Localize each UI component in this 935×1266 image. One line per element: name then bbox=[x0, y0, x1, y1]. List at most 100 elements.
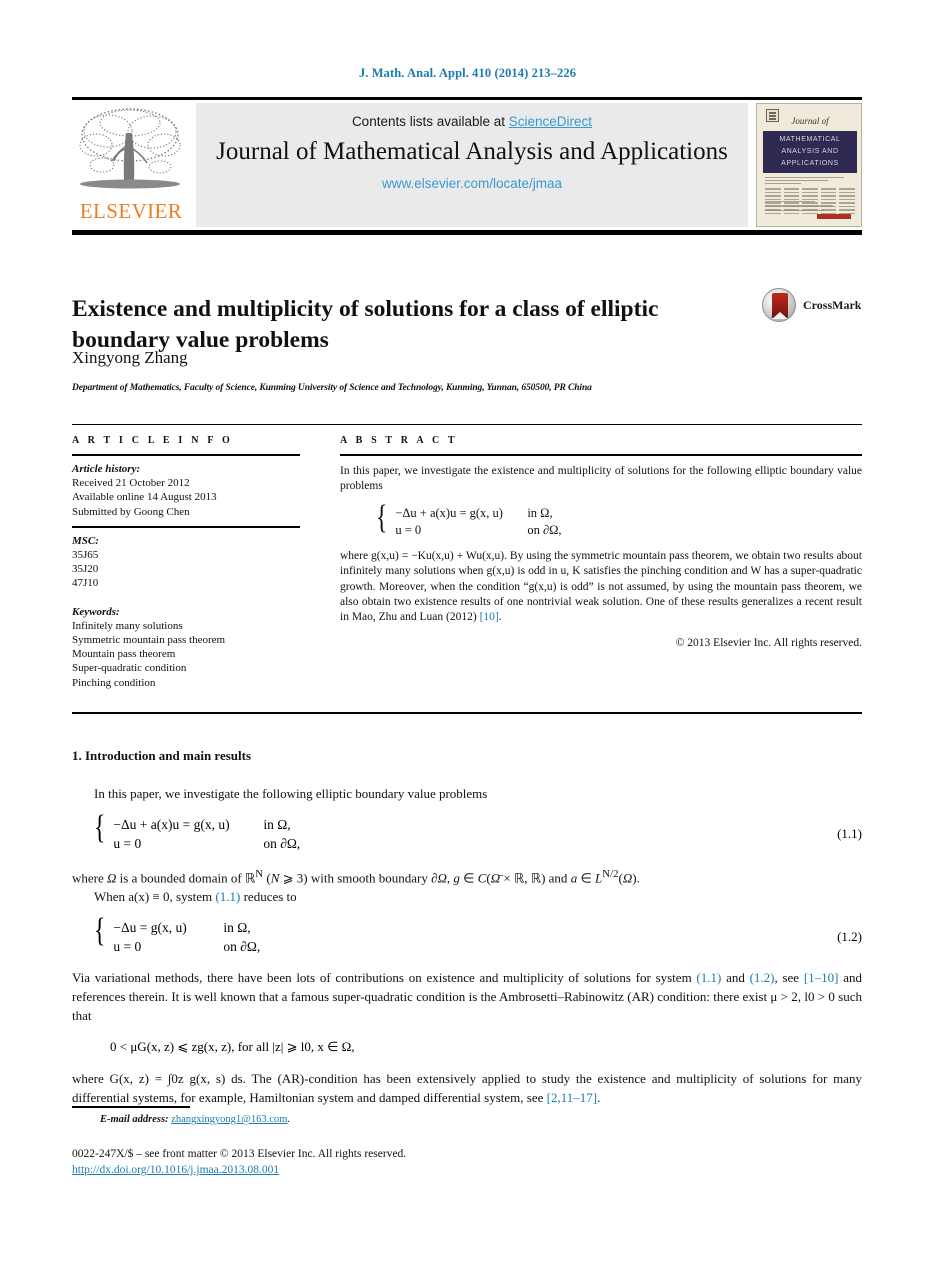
equation-row1-lhs: −Δu + a(x)u = g(x, u) bbox=[395, 505, 503, 520]
abstract-bottom-rule bbox=[72, 712, 862, 714]
equation-row1-condition: in Ω, bbox=[527, 505, 553, 520]
keyword-item: Infinitely many solutions bbox=[72, 619, 183, 632]
elsevier-tree-icon bbox=[76, 105, 186, 197]
abstract-paragraph-2-tail: . bbox=[498, 611, 502, 624]
equation-row2-condition: on ∂Ω, bbox=[527, 522, 562, 537]
body-paragraph-5-a: where G(x, z) = ∫0z g(x, s) ds. The (AR)… bbox=[72, 1071, 862, 1106]
reference-citation-2-11-17[interactable]: [2,11–17] bbox=[547, 1090, 597, 1105]
abstract-paragraph-2: where g(x,u) = −Ku(x,u) + Wu(x,u). By us… bbox=[340, 549, 862, 626]
article-info-column: A R T I C L E I N F O Article history: R… bbox=[72, 435, 300, 690]
body-paragraph-4-a: Via variational methods, there have been… bbox=[72, 970, 697, 986]
author-affiliation: Department of Mathematics, Faculty of Sc… bbox=[72, 383, 592, 393]
cover-footer-lines bbox=[765, 200, 855, 219]
article-info-heading: A R T I C L E I N F O bbox=[72, 435, 233, 446]
abstract-text: In this paper, we investigate the existe… bbox=[340, 456, 862, 651]
equation-1-2-row2-condition: on ∂Ω, bbox=[223, 939, 261, 955]
abstract-paragraph-1: In this paper, we investigate the existe… bbox=[340, 465, 862, 493]
journal-homepage-link[interactable]: www.elsevier.com/locate/jmaa bbox=[196, 176, 748, 191]
equation-1-2-row1-lhs: −Δu = g(x, u) bbox=[113, 920, 187, 936]
msc-code: 35J65 bbox=[72, 549, 99, 562]
imprint-line: 0022-247X/$ – see front matter © 2013 El… bbox=[72, 1148, 407, 1160]
equation-1-1-row2-lhs: u = 0 bbox=[113, 836, 142, 851]
body-paragraph-3: When a(x) ≡ 0, system (1.1) reduces to bbox=[72, 887, 862, 906]
abstract-column: A B S T R A C T In this paper, we invest… bbox=[340, 435, 862, 651]
body-paragraph-3-pre: When a(x) ≡ 0, system bbox=[94, 889, 216, 905]
info-top-rule bbox=[72, 424, 862, 425]
msc-code: 47J10 bbox=[72, 577, 99, 590]
contents-prefix: Contents lists available at bbox=[351, 114, 509, 129]
abstract-reference-citation[interactable]: [10] bbox=[480, 611, 499, 623]
body-paragraph-5-b: . bbox=[597, 1090, 601, 1106]
keyword-item: Mountain pass theorem bbox=[72, 648, 176, 661]
body-paragraph-5: where G(x, z) = ∫0z g(x, s) ds. The (AR)… bbox=[72, 1069, 862, 1107]
history-available-online: Available online 14 August 2013 bbox=[72, 491, 217, 504]
masthead-bottom-rule bbox=[72, 230, 862, 235]
imprint-block: 0022-247X/$ – see front matter © 2013 El… bbox=[72, 1146, 406, 1178]
keyword-item: Pinching condition bbox=[72, 676, 156, 689]
reference-citation-1-10[interactable]: [1–10] bbox=[804, 970, 839, 985]
msc-label: MSC: bbox=[72, 534, 99, 547]
equation-1-1-row1-condition: in Ω, bbox=[263, 817, 291, 832]
footnote-email: E-mail address: zhangxingyong1@163.com. bbox=[100, 1114, 290, 1125]
crossmark-label: CrossMark bbox=[803, 298, 862, 312]
history-label: Article history: bbox=[72, 463, 141, 475]
equation-ar-condition: 0 < μG(x, z) ⩽ zg(x, z), for all |z| ⩾ l… bbox=[110, 1039, 355, 1055]
history-submitted-by: Submitted by Goong Chen bbox=[72, 505, 190, 518]
equation-1-2-row1-condition: in Ω, bbox=[223, 920, 251, 936]
body-paragraph-4: Via variational methods, there have been… bbox=[72, 968, 862, 1025]
equation-reference-1-1b[interactable]: (1.1) bbox=[696, 970, 721, 985]
body-paragraph-4-c: , see bbox=[774, 970, 804, 986]
equation-1-1-row1-lhs: −Δu + a(x)u = g(x, u) bbox=[113, 817, 230, 832]
journal-title: Journal of Mathematical Analysis and App… bbox=[216, 138, 728, 165]
body-paragraph-1: In this paper, we investigate the follow… bbox=[94, 786, 488, 801]
cover-band-text: MATHEMATICAL ANALYSIS AND APPLICATIONS bbox=[779, 136, 841, 167]
msc-code: 35J20 bbox=[72, 563, 99, 576]
body-paragraph-3-post: reduces to bbox=[240, 889, 297, 905]
running-head: J. Math. Anal. Appl. 410 (2014) 213–226 bbox=[358, 66, 577, 80]
journal-masthead: ELSEVIER Contents lists available at Sci… bbox=[72, 101, 862, 228]
equation-brace: { bbox=[376, 498, 388, 536]
body-paragraph-2: where Ω is a bounded domain of ℝN (N ⩾ 3… bbox=[72, 868, 640, 886]
body-paragraph-4-b: and bbox=[721, 970, 750, 986]
abstract-copyright: © 2013 Elsevier Inc. All rights reserved… bbox=[675, 636, 862, 649]
equation-1-2-row2-lhs: u = 0 bbox=[113, 939, 142, 955]
abstract-equation: { −Δu + a(x)u = g(x, u) in Ω, u = 0 on ∂… bbox=[340, 498, 862, 539]
equation-row2-lhs: u = 0 bbox=[395, 522, 422, 537]
equation-1-2-number: (1.2) bbox=[837, 929, 862, 945]
section-heading-1: 1. Introduction and main results bbox=[72, 748, 252, 763]
contents-line: Contents lists available at ScienceDirec… bbox=[196, 114, 748, 129]
abstract-paragraph-2-text: where g(x,u) = −Ku(x,u) + Wu(x,u). By us… bbox=[340, 549, 862, 624]
masthead-top-rule bbox=[72, 97, 862, 100]
sciencedirect-link[interactable]: ScienceDirect bbox=[509, 114, 592, 129]
footnote-rule bbox=[72, 1106, 190, 1108]
abstract-heading: A B S T R A C T bbox=[340, 435, 458, 446]
equation-1-1-row2-condition: on ∂Ω, bbox=[263, 836, 301, 851]
equation-1-1-brace: { bbox=[94, 809, 106, 846]
crossmark-badge[interactable]: CrossMark bbox=[762, 288, 866, 322]
msc-block: MSC: 35J65 35J20 47J10 bbox=[72, 528, 300, 591]
equation-reference-1-1[interactable]: (1.1) bbox=[215, 889, 240, 904]
article-body: 1. Introduction and main results In this… bbox=[72, 748, 862, 1107]
keyword-item: Symmetric mountain pass theorem bbox=[72, 634, 226, 647]
article-history-block: Article history: Received 21 October 201… bbox=[72, 456, 300, 526]
email-link[interactable]: zhangxingyong1@163.com bbox=[171, 1114, 287, 1125]
email-tail: . bbox=[287, 1114, 290, 1125]
sciencedirect-panel: Contents lists available at ScienceDirec… bbox=[196, 103, 748, 227]
journal-cover-thumbnail: Journal of MATHEMATICAL ANALYSIS AND APP… bbox=[756, 103, 862, 227]
equation-1-1: { −Δu + a(x)u = g(x, u) in Ω, u = 0 on ∂… bbox=[72, 809, 862, 853]
equation-1-1-number: (1.1) bbox=[837, 826, 862, 841]
keywords-label: Keywords: bbox=[72, 605, 120, 618]
email-label: E-mail address: bbox=[100, 1114, 169, 1125]
crossmark-icon bbox=[762, 288, 796, 322]
elsevier-wordmark: ELSEVIER bbox=[79, 199, 183, 223]
doi-link[interactable]: http://dx.doi.org/10.1016/j.jmaa.2013.08… bbox=[72, 1164, 279, 1176]
author-name: Xingyong Zhang bbox=[72, 348, 188, 367]
equation-1-2: { −Δu = g(x, u) in Ω, u = 0 on ∂Ω, (1.2) bbox=[72, 914, 862, 956]
equation-reference-1-2[interactable]: (1.2) bbox=[750, 970, 775, 985]
cover-title-band: MATHEMATICAL ANALYSIS AND APPLICATIONS bbox=[763, 131, 857, 173]
keyword-item: Super-quadratic condition bbox=[72, 662, 187, 675]
page-title: Existence and multiplicity of solutions … bbox=[72, 295, 659, 353]
keywords-block: Keywords: Infinitely many solutions Symm… bbox=[72, 591, 300, 690]
cover-script-text: Journal of bbox=[791, 116, 829, 126]
paper-page: J. Math. Anal. Appl. 410 (2014) 213–226 bbox=[0, 0, 935, 1266]
